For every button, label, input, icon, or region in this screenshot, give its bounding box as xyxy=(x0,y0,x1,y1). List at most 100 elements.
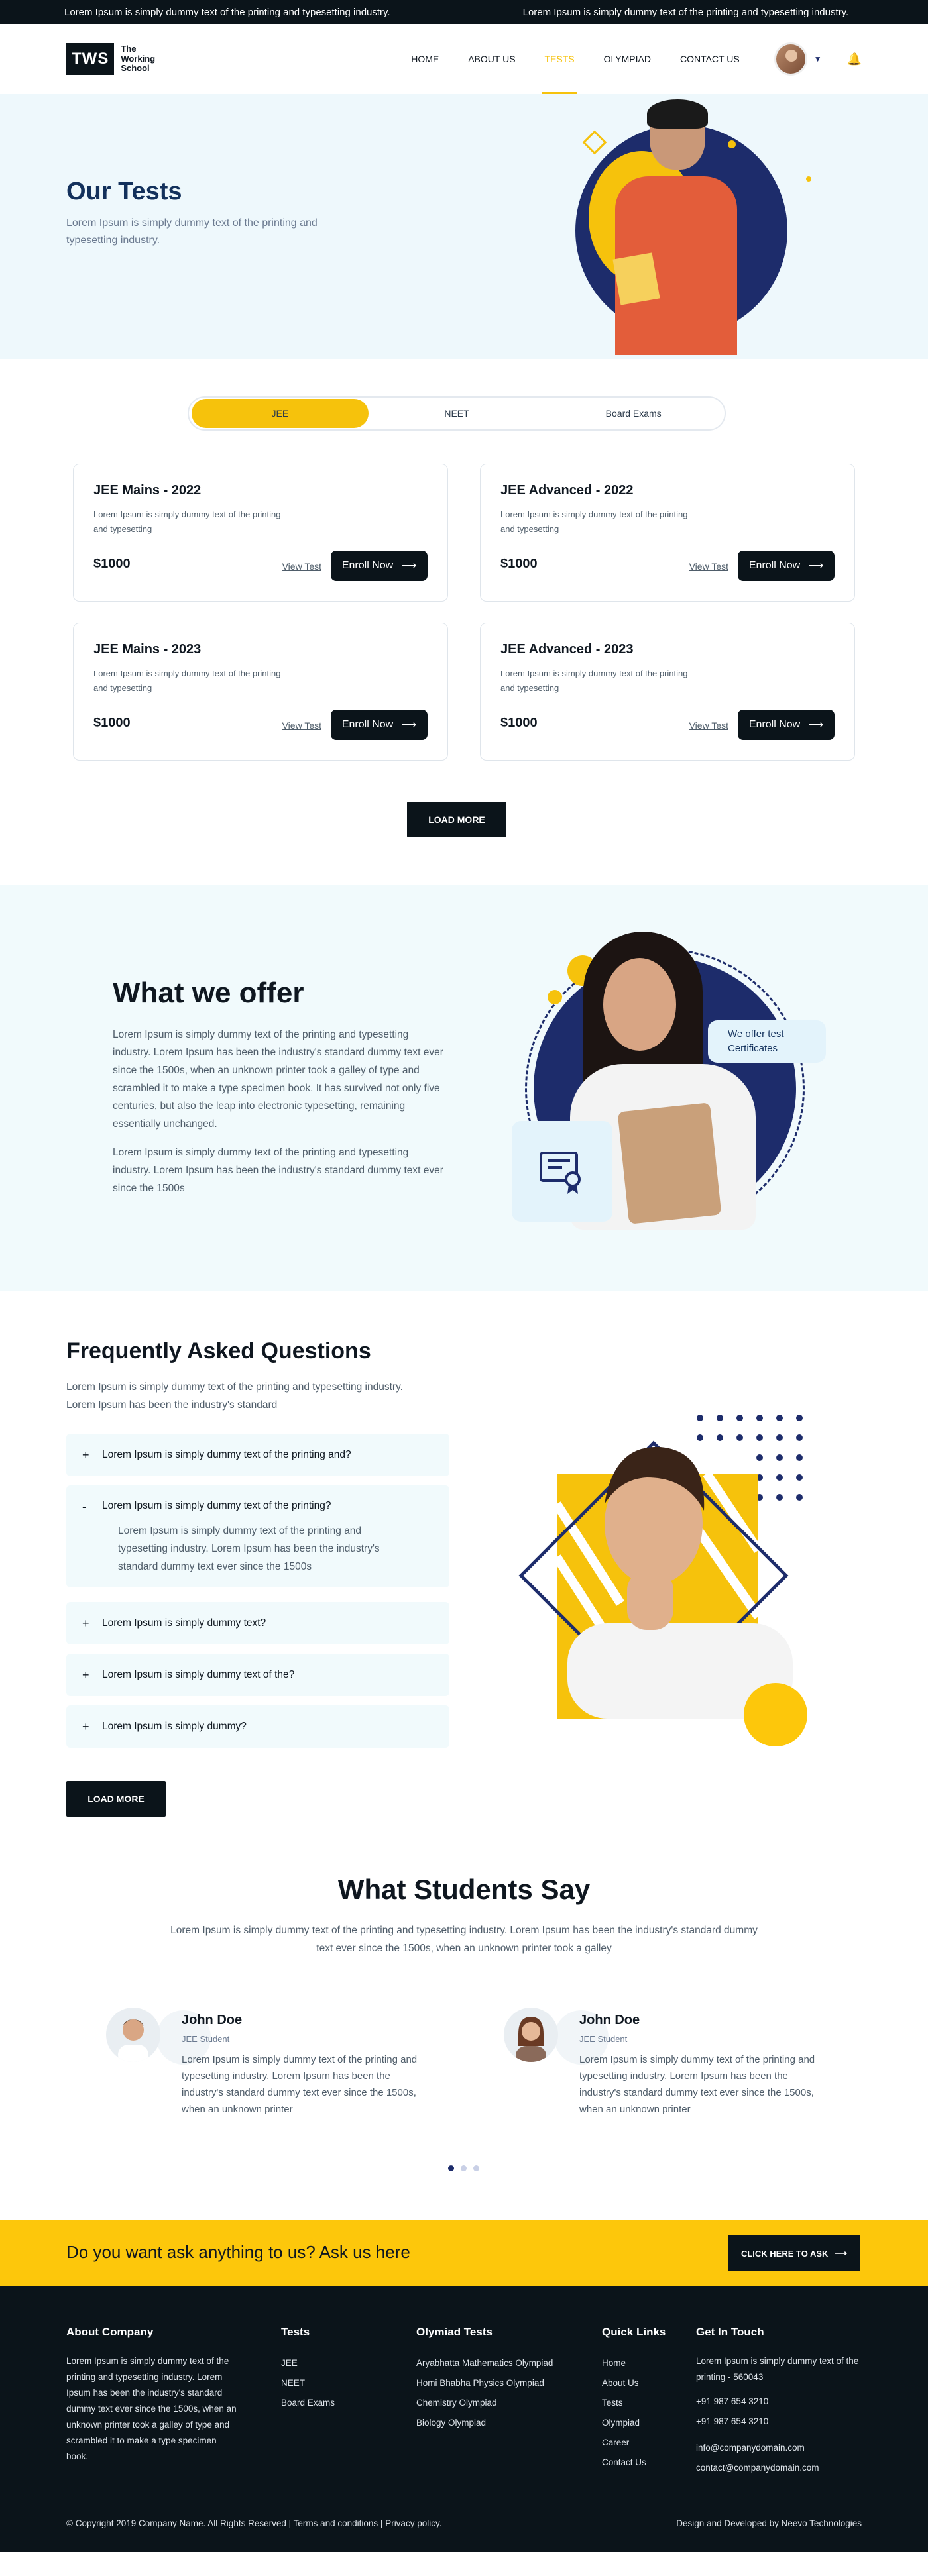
footer-link[interactable]: About Us xyxy=(602,2373,666,2393)
footer-tests: Tests JEE NEET Board Exams xyxy=(281,2326,335,2413)
page-title: Our Tests xyxy=(66,178,182,205)
avatar[interactable] xyxy=(774,42,807,76)
ticker-text: Lorem Ipsum is simply dummy text of the … xyxy=(522,6,849,18)
faq-item[interactable]: + Lorem Ipsum is simply dummy text of th… xyxy=(66,1654,449,1696)
footer-link[interactable]: Aryabhatta Mathematics Olympiad xyxy=(416,2353,553,2373)
test-card: JEE Mains - 2023 Lorem Ipsum is simply d… xyxy=(73,623,448,761)
diamond-decoration xyxy=(582,130,607,155)
card-price: $1000 xyxy=(500,716,538,730)
nav-home[interactable]: HOME xyxy=(411,24,439,94)
footer-link[interactable]: Career xyxy=(602,2433,666,2453)
enroll-button[interactable]: Enroll Now ⟶ xyxy=(331,551,428,581)
site-logo[interactable]: TWS The Working School xyxy=(66,43,167,75)
logo-name: The Working School xyxy=(121,43,156,74)
footer-link[interactable]: Contact Us xyxy=(602,2453,666,2473)
arrow-right-icon: ⟶ xyxy=(401,561,417,572)
nav-tests[interactable]: TESTS xyxy=(542,24,577,94)
card-desc: Lorem Ipsum is simply dummy text of the … xyxy=(93,510,281,534)
minus-icon: - xyxy=(82,1500,86,1513)
footer-contact: Get In Touch Lorem Ipsum is simply dummy… xyxy=(696,2326,862,2478)
enroll-label: Enroll Now xyxy=(748,560,801,571)
faq-question: Lorem Ipsum is simply dummy text of the? xyxy=(102,1669,295,1680)
card-desc: Lorem Ipsum is simply dummy text of the … xyxy=(500,510,688,534)
footer-link[interactable]: NEET xyxy=(281,2373,335,2393)
plus-icon: + xyxy=(82,1668,89,1682)
exam-tabs: JEE NEET Board Exams xyxy=(188,396,726,431)
dot-decoration xyxy=(728,140,736,148)
plus-icon: + xyxy=(82,1448,89,1462)
footer-phone[interactable]: +91 987 654 3210 xyxy=(696,2412,862,2432)
carousel-dot[interactable] xyxy=(448,2165,454,2171)
bell-icon[interactable]: 🔔 xyxy=(847,52,862,66)
footer-address: Lorem Ipsum is simply dummy text of the … xyxy=(696,2356,859,2382)
hero-section: Our Tests Lorem Ipsum is simply dummy te… xyxy=(0,94,928,359)
arrow-right-icon: ⟶ xyxy=(808,720,824,731)
faq-item[interactable]: + Lorem Ipsum is simply dummy text? xyxy=(66,1602,449,1644)
faq-question: Lorem Ipsum is simply dummy text of the … xyxy=(102,1449,351,1460)
footer-heading: Get In Touch xyxy=(696,2326,764,2338)
designer-credit: Design and Developed by Neevo Technologi… xyxy=(676,2518,862,2528)
user-menu[interactable]: ▼ xyxy=(774,42,822,76)
card-price: $1000 xyxy=(93,716,131,730)
footer-link[interactable]: JEE xyxy=(281,2353,335,2373)
view-test-link[interactable]: View Test xyxy=(689,561,728,572)
faq-question: Lorem Ipsum is simply dummy text of the … xyxy=(102,1500,331,1511)
footer-heading: Olymiad Tests xyxy=(416,2326,493,2338)
footer-link[interactable]: Olympiad xyxy=(602,2413,666,2433)
footer-link[interactable]: Chemistry Olympiad xyxy=(416,2393,553,2413)
enroll-button[interactable]: Enroll Now ⟶ xyxy=(738,710,835,740)
copyright: © Copyright 2019 Company Name. All Right… xyxy=(66,2518,442,2528)
hero-student-image xyxy=(610,99,742,355)
faq-item-expanded[interactable]: - Lorem Ipsum is simply dummy text of the… xyxy=(66,1485,449,1587)
footer-link[interactable]: Home xyxy=(602,2353,666,2373)
card-title: JEE Advanced - 2023 xyxy=(500,642,634,657)
enroll-label: Enroll Now xyxy=(748,719,801,730)
card-desc: Lorem Ipsum is simply dummy text of the … xyxy=(93,669,281,693)
site-footer: About Company Lorem Ipsum is simply dumm… xyxy=(0,2286,928,2552)
footer-link[interactable]: Board Exams xyxy=(281,2393,335,2413)
chevron-down-icon[interactable]: ▼ xyxy=(814,54,822,64)
load-more-faq-button[interactable]: LOAD MORE xyxy=(66,1781,166,1817)
tab-jee[interactable]: JEE xyxy=(192,399,369,428)
faq-question: Lorem Ipsum is simply dummy text? xyxy=(102,1617,266,1629)
faq-answer: Lorem Ipsum is simply dummy text of the … xyxy=(118,1525,380,1572)
view-test-link[interactable]: View Test xyxy=(689,720,728,731)
faq-item[interactable]: + Lorem Ipsum is simply dummy? xyxy=(66,1705,449,1748)
view-test-link[interactable]: View Test xyxy=(282,720,321,731)
logo-mark: TWS xyxy=(66,43,115,75)
nav-contact[interactable]: CONTACT US xyxy=(680,24,740,94)
tab-neet[interactable]: NEET xyxy=(369,399,546,428)
ask-button[interactable]: CLICK HERE TO ASK ⟶ xyxy=(728,2235,860,2271)
ticker-text: Lorem Ipsum is simply dummy text of the … xyxy=(64,6,390,18)
enroll-button[interactable]: Enroll Now ⟶ xyxy=(738,551,835,581)
nav-olympiad[interactable]: OLYMPIAD xyxy=(604,24,651,94)
footer-link[interactable]: Biology Olympiad xyxy=(416,2413,553,2433)
footer-link[interactable]: Homi Bhabha Physics Olympiad xyxy=(416,2373,553,2393)
footer-about: About Company Lorem Ipsum is simply dumm… xyxy=(66,2326,239,2465)
test-card: JEE Mains - 2022 Lorem Ipsum is simply d… xyxy=(73,464,448,602)
carousel-dot[interactable] xyxy=(473,2165,479,2171)
load-more-tests-button[interactable]: LOAD MORE xyxy=(407,802,506,837)
footer-email[interactable]: info@companydomain.com xyxy=(696,2438,862,2458)
tab-board-exams[interactable]: Board Exams xyxy=(545,399,722,428)
nav-about[interactable]: ABOUT US xyxy=(468,24,515,94)
enroll-label: Enroll Now xyxy=(341,719,394,730)
footer-link[interactable]: Tests xyxy=(602,2393,666,2413)
faq-item[interactable]: + Lorem Ipsum is simply dummy text of th… xyxy=(66,1434,449,1476)
faq-question: Lorem Ipsum is simply dummy? xyxy=(102,1721,247,1732)
footer-phone[interactable]: +91 987 654 3210 xyxy=(696,2392,862,2412)
test-card: JEE Advanced - 2023 Lorem Ipsum is simpl… xyxy=(480,623,855,761)
hero-subtitle: Lorem Ipsum is simply dummy text of the … xyxy=(66,217,318,246)
dot-decoration xyxy=(806,176,811,182)
main-nav: HOME ABOUT US TESTS OLYMPIAD CONTACT US xyxy=(382,24,740,94)
footer-quick-links: Quick Links Home About Us Tests Olympiad… xyxy=(602,2326,666,2473)
footer-heading: Tests xyxy=(281,2326,310,2338)
plus-icon: + xyxy=(82,1616,89,1630)
carousel-dot[interactable] xyxy=(461,2165,467,2171)
card-desc: Lorem Ipsum is simply dummy text of the … xyxy=(500,669,688,693)
carousel-dots xyxy=(448,2165,479,2171)
footer-email[interactable]: contact@companydomain.com xyxy=(696,2458,862,2478)
enroll-button[interactable]: Enroll Now ⟶ xyxy=(331,710,428,740)
card-price: $1000 xyxy=(500,557,538,571)
view-test-link[interactable]: View Test xyxy=(282,561,321,572)
